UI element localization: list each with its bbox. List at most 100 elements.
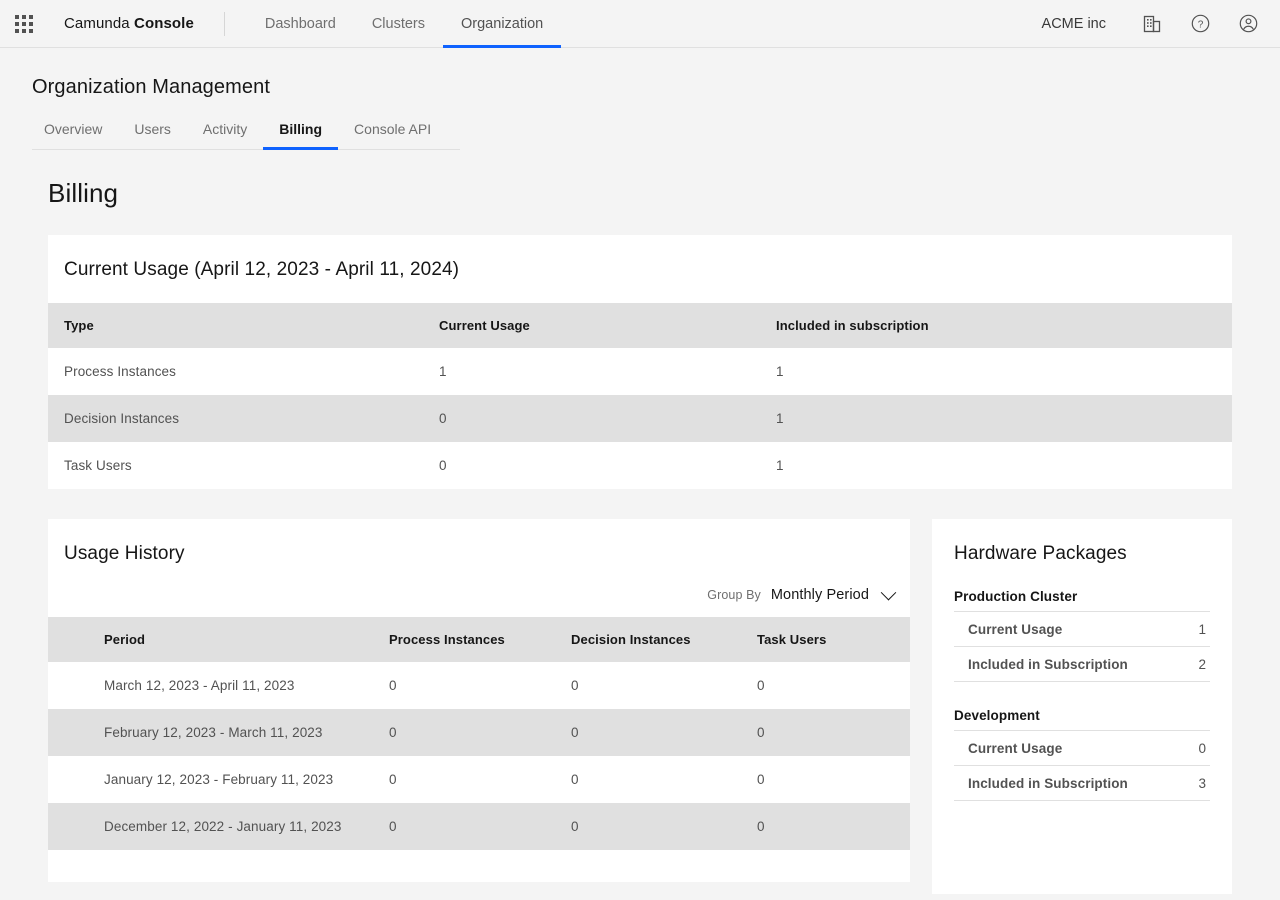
hardware-row-included-in-subscription: Included in Subscription 3 [954, 766, 1210, 801]
hardware-row-current-usage: Current Usage 1 [954, 612, 1210, 647]
help-icon[interactable]: ? [1176, 0, 1224, 48]
column-header-included: Included in subscription [760, 303, 1232, 348]
tab-activity[interactable]: Activity [187, 121, 263, 149]
current-usage-card: Current Usage (April 12, 2023 - April 11… [48, 235, 1232, 489]
usage-history-title: Usage History [64, 543, 894, 565]
brand-prefix: Camunda [64, 15, 134, 32]
table-header-row: Type Current Usage Included in subscript… [48, 303, 1232, 348]
column-header-type: Type [48, 303, 423, 348]
cell-task-users: 0 [741, 709, 910, 756]
hardware-row-value: 3 [1198, 776, 1210, 791]
cell-task-users [741, 850, 910, 882]
cell-period: January 12, 2023 - February 11, 2023 [48, 756, 373, 803]
group-by-controls: Group By Monthly Period [48, 565, 910, 617]
usage-history-card: Usage History Group By Monthly Period Pe… [48, 519, 910, 882]
hardware-group-production-cluster: Production Cluster Current Usage 1 Inclu… [954, 589, 1210, 682]
hardware-row-current-usage: Current Usage 0 [954, 731, 1210, 766]
current-usage-table: Type Current Usage Included in subscript… [48, 303, 1232, 489]
top-navigation-bar: Camunda Console Dashboard Clusters Organ… [0, 0, 1280, 48]
hardware-row-label: Current Usage [968, 741, 1062, 756]
current-usage-card-title: Current Usage (April 12, 2023 - April 11… [48, 235, 1232, 303]
cell-process-instances: 0 [373, 756, 555, 803]
cell-type: Decision Instances [48, 395, 423, 442]
group-by-dropdown[interactable]: Monthly Period [771, 587, 894, 603]
column-header-task-users: Task Users [741, 617, 910, 662]
cell-period [48, 850, 373, 882]
tab-console-api[interactable]: Console API [338, 121, 447, 149]
nav-tab-organization[interactable]: Organization [443, 0, 561, 48]
hardware-group-development: Development Current Usage 0 Included in … [954, 708, 1210, 801]
cell-process-instances: 0 [373, 803, 555, 850]
table-row: Task Users 0 1 [48, 442, 1232, 489]
group-by-value: Monthly Period [771, 587, 869, 603]
column-header-decision-instances: Decision Instances [555, 617, 741, 662]
account-icon[interactable] [1224, 0, 1272, 48]
hardware-row-value: 1 [1198, 622, 1210, 637]
page-content: Organization Management Overview Users A… [0, 48, 1280, 894]
cell-type: Task Users [48, 442, 423, 489]
svg-text:?: ? [1197, 19, 1203, 30]
organization-name[interactable]: ACME inc [1042, 16, 1106, 32]
cell-process-instances: 0 [373, 709, 555, 756]
hardware-row-label: Included in Subscription [968, 657, 1128, 672]
cell-current: 1 [423, 348, 760, 395]
table-row: December 12, 2022 - January 11, 2023 0 0… [48, 803, 910, 850]
table-row [48, 850, 910, 882]
table-row: Process Instances 1 1 [48, 348, 1232, 395]
cell-decision-instances: 0 [555, 662, 741, 709]
table-row: February 12, 2023 - March 11, 2023 0 0 0 [48, 709, 910, 756]
cell-included: 1 [760, 442, 1232, 489]
cell-period: March 12, 2023 - April 11, 2023 [48, 662, 373, 709]
nav-tab-organization-label: Organization [461, 16, 543, 32]
cell-decision-instances: 0 [555, 709, 741, 756]
cell-decision-instances: 0 [555, 803, 741, 850]
hardware-row-value: 2 [1198, 657, 1210, 672]
hardware-packages-card: Hardware Packages Production Cluster Cur… [932, 519, 1232, 894]
page-title: Organization Management [32, 76, 1248, 99]
cell-process-instances: 0 [373, 662, 555, 709]
tab-users-label: Users [134, 121, 171, 137]
usage-history-header: Usage History [48, 519, 910, 565]
column-header-period: Period [48, 617, 373, 662]
nav-tab-clusters[interactable]: Clusters [354, 0, 443, 48]
cell-task-users: 0 [741, 662, 910, 709]
brand-logo[interactable]: Camunda Console [64, 15, 194, 32]
cell-process-instances [373, 850, 555, 882]
organization-sub-tabs: Overview Users Activity Billing Console … [32, 121, 460, 150]
nav-tab-dashboard[interactable]: Dashboard [247, 0, 354, 48]
hardware-row-label: Current Usage [968, 622, 1062, 637]
tab-overview[interactable]: Overview [32, 121, 118, 149]
cell-decision-instances [555, 850, 741, 882]
cell-decision-instances: 0 [555, 756, 741, 803]
cell-current: 0 [423, 395, 760, 442]
main-nav-tabs: Dashboard Clusters Organization [247, 0, 561, 48]
app-grid-icon[interactable] [0, 0, 48, 48]
table-row: January 12, 2023 - February 11, 2023 0 0… [48, 756, 910, 803]
cell-period: December 12, 2022 - January 11, 2023 [48, 803, 373, 850]
tab-billing-label: Billing [279, 121, 322, 137]
column-header-current-usage: Current Usage [423, 303, 760, 348]
cell-task-users: 0 [741, 803, 910, 850]
group-by-label: Group By [707, 588, 761, 602]
topbar-divider [224, 12, 225, 36]
column-header-process-instances: Process Instances [373, 617, 555, 662]
cell-period: February 12, 2023 - March 11, 2023 [48, 709, 373, 756]
hardware-row-included-in-subscription: Included in Subscription 2 [954, 647, 1210, 682]
cell-included: 1 [760, 395, 1232, 442]
hardware-group-title: Production Cluster [954, 589, 1210, 612]
table-row: March 12, 2023 - April 11, 2023 0 0 0 [48, 662, 910, 709]
cell-current: 0 [423, 442, 760, 489]
nav-tab-dashboard-label: Dashboard [265, 16, 336, 32]
tab-billing[interactable]: Billing [263, 121, 338, 149]
hardware-group-title: Development [954, 708, 1210, 731]
topbar-right-area: ACME inc ? [1042, 0, 1280, 48]
hardware-row-label: Included in Subscription [968, 776, 1128, 791]
app-grid-dots [15, 15, 33, 33]
organization-icon[interactable] [1128, 0, 1176, 48]
billing-title: Billing [48, 178, 1280, 209]
nav-tab-clusters-label: Clusters [372, 16, 425, 32]
usage-history-table: Period Process Instances Decision Instan… [48, 617, 910, 882]
hardware-row-value: 0 [1198, 741, 1210, 756]
table-header-row: Period Process Instances Decision Instan… [48, 617, 910, 662]
tab-users[interactable]: Users [118, 121, 187, 149]
